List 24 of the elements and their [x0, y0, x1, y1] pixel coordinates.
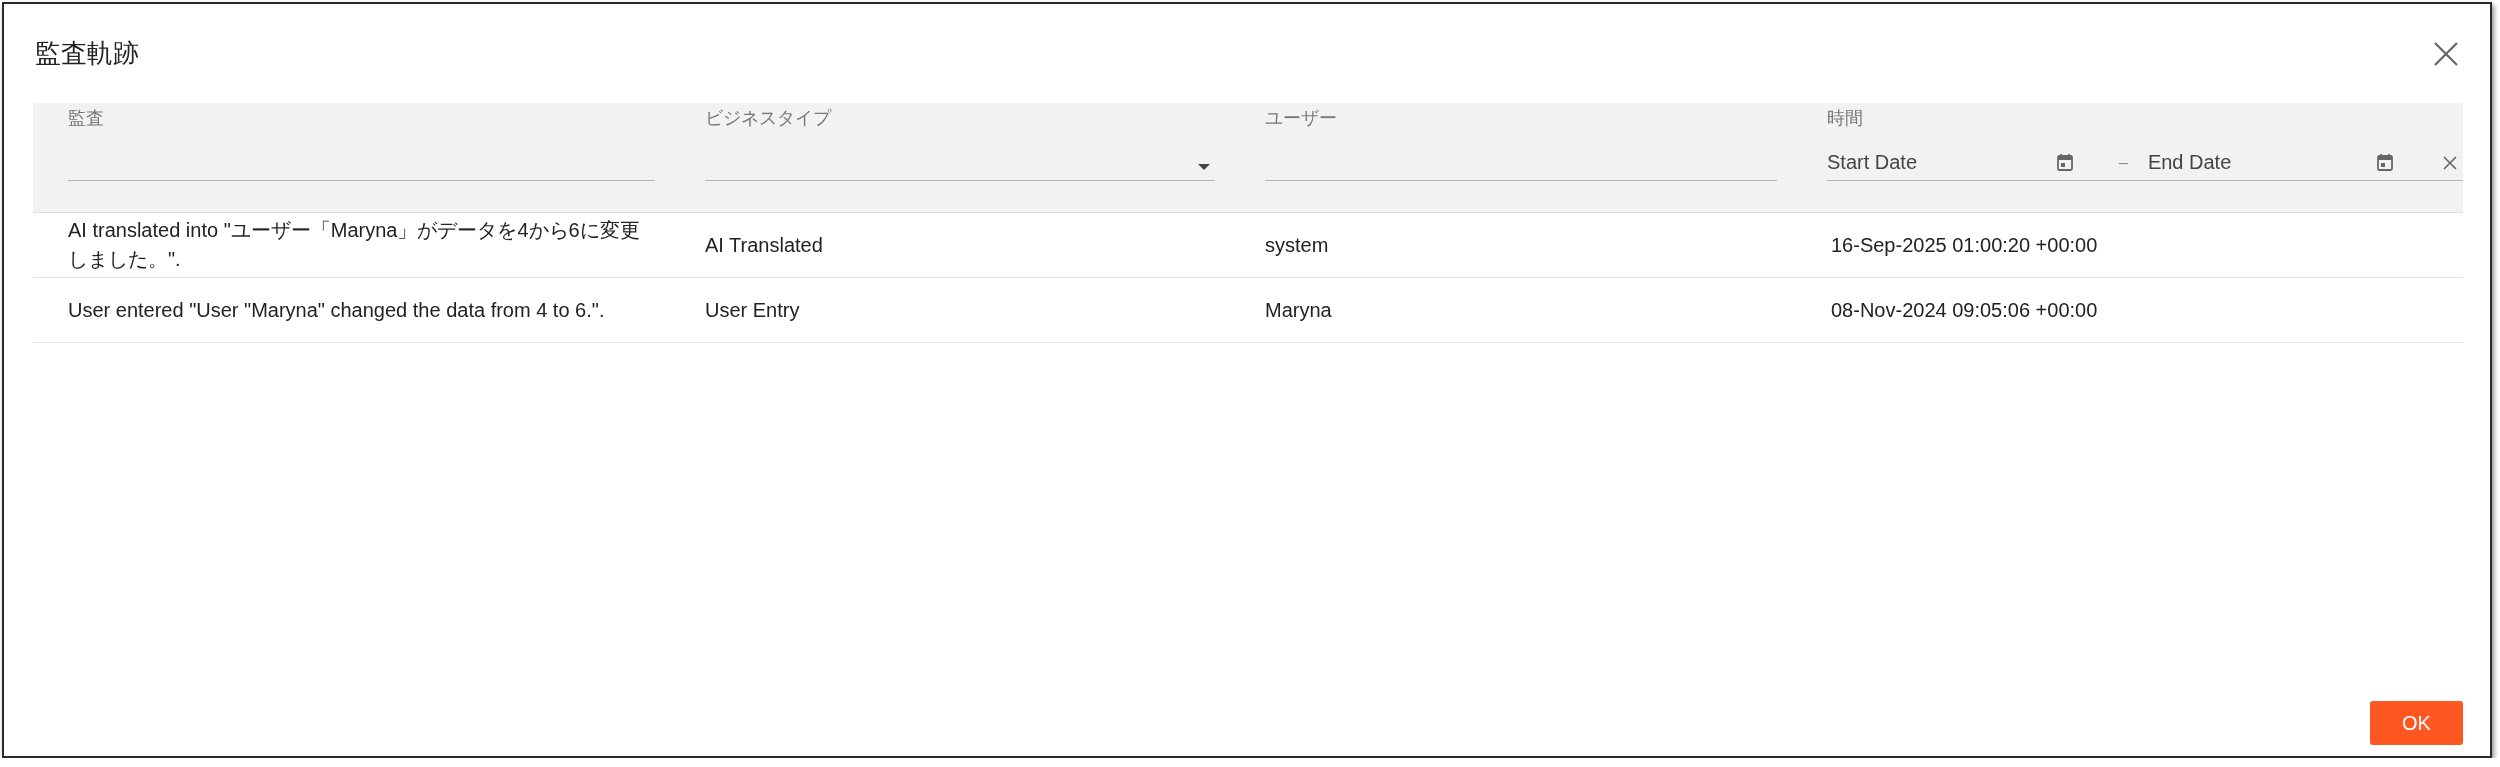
- dialog-title: 監査軌跡: [35, 37, 139, 70]
- table-cell-text: AI translated into "ユーザー「Maryna」がデータを4から6に変更しました。".: [68, 218, 641, 272]
- caret-icon: [1198, 163, 1210, 170]
- calendar-icon[interactable]: [2376, 154, 2393, 171]
- table-cell-text: AI Translated: [705, 232, 824, 258]
- end-date-field[interactable]: End Date: [2147, 148, 2377, 177]
- close-icon: [2434, 41, 2458, 66]
- table-cell-text: User Entry: [705, 297, 801, 323]
- close-button[interactable]: [2434, 41, 2458, 66]
- calendar-icon[interactable]: [2057, 154, 2073, 171]
- column-label: ビジネスタイプ: [705, 107, 831, 129]
- ok-button[interactable]: OK: [2370, 701, 2463, 745]
- table-cell-text: system: [1265, 232, 1330, 258]
- date-separator: –: [2119, 152, 2128, 173]
- table-cell-text: 16-Sep-2025 01:00:20 +00:00: [1830, 232, 2099, 258]
- clear-date-button[interactable]: [2443, 155, 2457, 170]
- column-label: 時間: [1827, 107, 1863, 129]
- close-icon: [2443, 155, 2457, 170]
- column-label: 監査: [68, 107, 104, 129]
- table-cell-text: User entered "User "Maryna" changed the data from 4 to 6.".: [68, 297, 606, 323]
- table-cell-text: 08-Nov-2024 09:05:06 +00:00: [1830, 297, 2099, 323]
- column-label: ユーザー: [1265, 107, 1337, 129]
- table-cell-text: Maryna: [1265, 297, 1333, 323]
- start-date-field[interactable]: Start Date: [1827, 148, 2057, 177]
